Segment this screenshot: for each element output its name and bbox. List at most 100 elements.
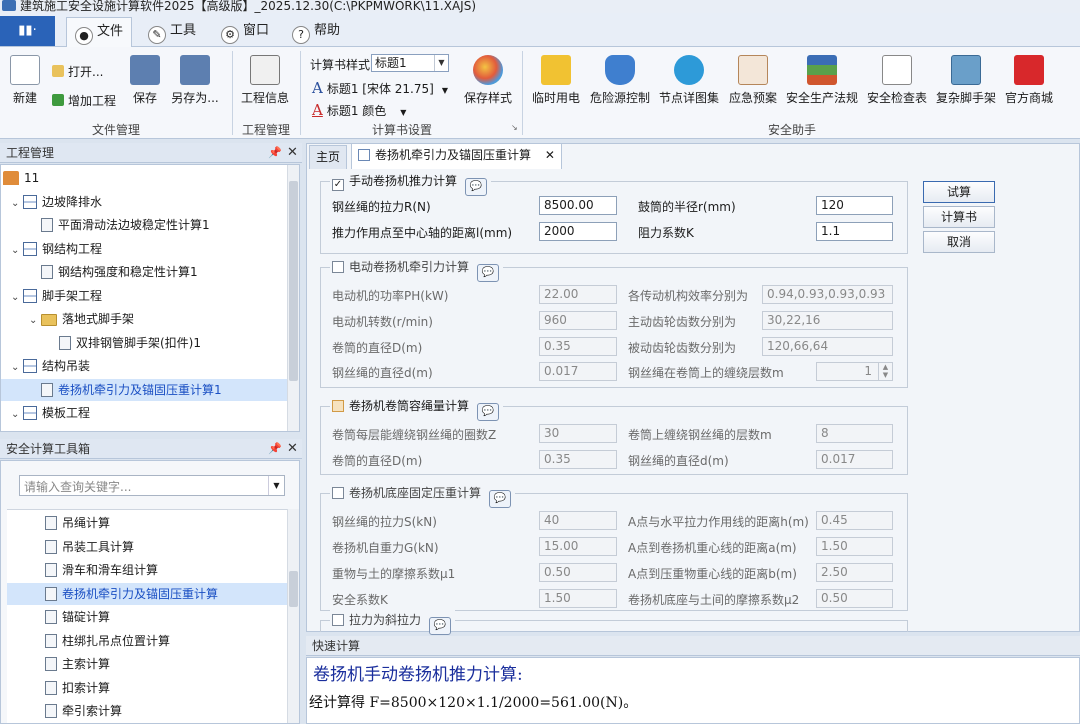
help-tip-icon[interactable]: 💬 <box>477 264 500 282</box>
temp-power-button[interactable]: 临时用电 <box>530 55 582 106</box>
save-as-button[interactable]: 另存为... <box>170 55 220 106</box>
toolbox-item[interactable]: 锚碇计算 <box>7 606 287 628</box>
checklist-button[interactable]: 安全检查表 <box>866 55 928 106</box>
toolbox-item[interactable]: 滑车和滑车组计算 <box>7 559 287 581</box>
tree-scrollbar[interactable] <box>287 165 299 431</box>
toolbox-search-input[interactable]: 请输入查询关键字... ▼ <box>19 475 285 496</box>
book-style-select[interactable]: 标题1 ▼ <box>371 54 449 72</box>
help-tip-icon[interactable]: 💬 <box>465 178 488 196</box>
toolbox-item[interactable]: 牵引索计算 <box>7 700 287 722</box>
add-project-button[interactable]: 增加工程 <box>52 92 116 109</box>
official-store-button[interactable]: 官方商城 <box>1003 55 1055 106</box>
drum-radius-input[interactable]: 120 <box>816 196 893 215</box>
save-style-button[interactable]: 保存样式 <box>462 55 514 106</box>
tab-file[interactable]: ● 文件 <box>66 17 133 47</box>
help-tip-icon[interactable]: 💬 <box>489 490 512 508</box>
resistance-coef-input[interactable]: 1.1 <box>816 222 893 241</box>
close-icon[interactable]: ✕ <box>545 148 555 162</box>
group4-checkbox[interactable] <box>332 487 344 499</box>
rope-diameter-input[interactable]: 0.017 <box>816 450 893 469</box>
motor-power-input[interactable]: 22.00 <box>539 285 617 304</box>
report-button[interactable]: 计算书 <box>923 206 995 228</box>
group2-checkbox[interactable] <box>332 261 344 273</box>
distance-a-input[interactable]: 1.50 <box>816 537 893 556</box>
hazard-control-button[interactable]: 危险源控制 <box>590 55 650 106</box>
save-button[interactable]: 保存 <box>128 55 162 106</box>
dialog-launcher-icon[interactable]: ↘ <box>511 123 518 132</box>
expand-chevron-icon[interactable]: ⌄ <box>29 310 41 332</box>
tab-tools[interactable]: ✎ 工具 <box>140 17 204 47</box>
help-tip-icon[interactable]: 💬 <box>477 403 500 421</box>
scroll-thumb[interactable] <box>289 571 298 607</box>
expand-chevron-icon[interactable]: ⌄ <box>11 357 23 379</box>
expand-chevron-icon[interactable]: ⌄ <box>11 404 23 426</box>
tree-item[interactable]: ⌄ 脚手架工程 <box>11 285 102 307</box>
stepper-arrows-icon[interactable]: ▲ ▼ <box>878 363 892 380</box>
tree-item[interactable]: ⌄ 落地式脚手架 <box>29 308 134 330</box>
toolbox-item[interactable]: 吊绳计算 <box>7 512 287 534</box>
close-icon[interactable]: ✕ <box>287 439 298 459</box>
tree-item[interactable]: 卷扬机牵引力及锚固压重计算1 <box>1 378 287 401</box>
calculate-button[interactable]: 试算 <box>923 181 995 203</box>
drum-diameter-input[interactable]: 0.35 <box>539 450 617 469</box>
efficiency-input[interactable]: 0.94,0.93,0.93,0.93 <box>762 285 893 304</box>
tree-item[interactable]: ⌄ 结构吊装 <box>11 355 90 377</box>
tree-item[interactable]: ⌄ 边坡降排水 <box>11 191 102 213</box>
scroll-thumb[interactable] <box>289 181 298 381</box>
friction-mu1-input[interactable]: 0.50 <box>539 563 617 582</box>
expand-chevron-icon[interactable]: ⌄ <box>11 240 23 262</box>
tree-item[interactable]: 平面滑动法边坡稳定性计算1 <box>29 214 210 236</box>
help-tip-icon[interactable]: 💬 <box>429 617 452 635</box>
toolbox-scrollbar[interactable] <box>287 509 299 723</box>
drum-layers-input[interactable]: 8 <box>816 424 893 443</box>
toolbox-item[interactable]: 主索计算 <box>7 653 287 675</box>
friction-mu2-input[interactable]: 0.50 <box>816 589 893 608</box>
winch-weight-input[interactable]: 15.00 <box>539 537 617 556</box>
close-icon[interactable]: ✕ <box>287 143 298 163</box>
expand-chevron-icon[interactable]: ⌄ <box>11 193 23 215</box>
project-info-button[interactable]: 工程信息 <box>240 55 290 106</box>
expand-chevron-icon[interactable]: ⌄ <box>11 287 23 309</box>
distance-h-input[interactable]: 0.45 <box>816 511 893 530</box>
tree-item[interactable]: 双排钢管脚手架(扣件)1 <box>47 332 201 354</box>
group5-checkbox[interactable] <box>332 614 344 626</box>
pin-icon[interactable]: 📌 <box>268 439 282 459</box>
tab-winch-calc[interactable]: 卷扬机牵引力及锚固压重计算 ✕ <box>351 143 562 169</box>
font-style-button[interactable]: A 标题1 [宋体 21.75] ▼ <box>312 79 448 97</box>
tab-home[interactable]: 主页 <box>309 145 348 169</box>
emergency-plan-button[interactable]: 应急预案 <box>728 55 778 106</box>
regulations-button[interactable]: 安全生产法规 <box>786 55 858 106</box>
drum-diameter-input[interactable]: 0.35 <box>539 337 617 356</box>
toolbox-item[interactable]: 卷扬机牵引力及锚固压重计算 <box>7 582 287 605</box>
chevron-down-icon[interactable]: ▼ <box>268 476 284 495</box>
driving-gear-input[interactable]: 30,22,16 <box>762 311 893 330</box>
rope-tension-s-input[interactable]: 40 <box>539 511 617 530</box>
tree-item[interactable]: ⌄ 模板工程 <box>11 402 90 424</box>
toolbox-item[interactable]: 柱绑扎吊点位置计算 <box>7 630 287 652</box>
driven-gear-input[interactable]: 120,66,64 <box>762 337 893 356</box>
pin-icon[interactable]: 📌 <box>268 143 282 163</box>
cancel-button[interactable]: 取消 <box>923 231 995 253</box>
toolbox-item[interactable]: 扣索计算 <box>7 677 287 699</box>
complex-scaffold-button[interactable]: 复杂脚手架 <box>935 55 997 106</box>
app-menu-button[interactable]: ▮▮· <box>0 16 55 46</box>
rope-tension-input[interactable]: 8500.00 <box>539 196 617 215</box>
toolbox-item[interactable]: 吊装工具计算 <box>7 536 287 558</box>
push-distance-input[interactable]: 2000 <box>539 222 617 241</box>
turns-per-layer-input[interactable]: 30 <box>539 424 617 443</box>
tree-item[interactable]: 钢结构强度和稳定性计算1 <box>29 261 198 283</box>
new-button[interactable]: 新建 <box>8 55 42 106</box>
group1-checkbox[interactable]: ✓ <box>332 179 344 191</box>
safety-factor-input[interactable]: 1.50 <box>539 589 617 608</box>
node-details-button[interactable]: 节点详图集 <box>658 55 720 106</box>
distance-b-input[interactable]: 2.50 <box>816 563 893 582</box>
motor-speed-input[interactable]: 960 <box>539 311 617 330</box>
font-color-button[interactable]: A 标题1 颜色 ▼ <box>312 101 406 119</box>
tree-item[interactable]: 11 <box>3 167 39 189</box>
tab-help[interactable]: ? 帮助 <box>284 17 348 47</box>
tree-item[interactable]: ⌄ 钢结构工程 <box>11 238 102 260</box>
tab-window[interactable]: ⚙ 窗口 <box>213 17 277 47</box>
open-button[interactable]: 打开... <box>52 63 103 80</box>
rope-diameter-input[interactable]: 0.017 <box>539 362 617 381</box>
group3-checkbox[interactable] <box>332 400 344 412</box>
